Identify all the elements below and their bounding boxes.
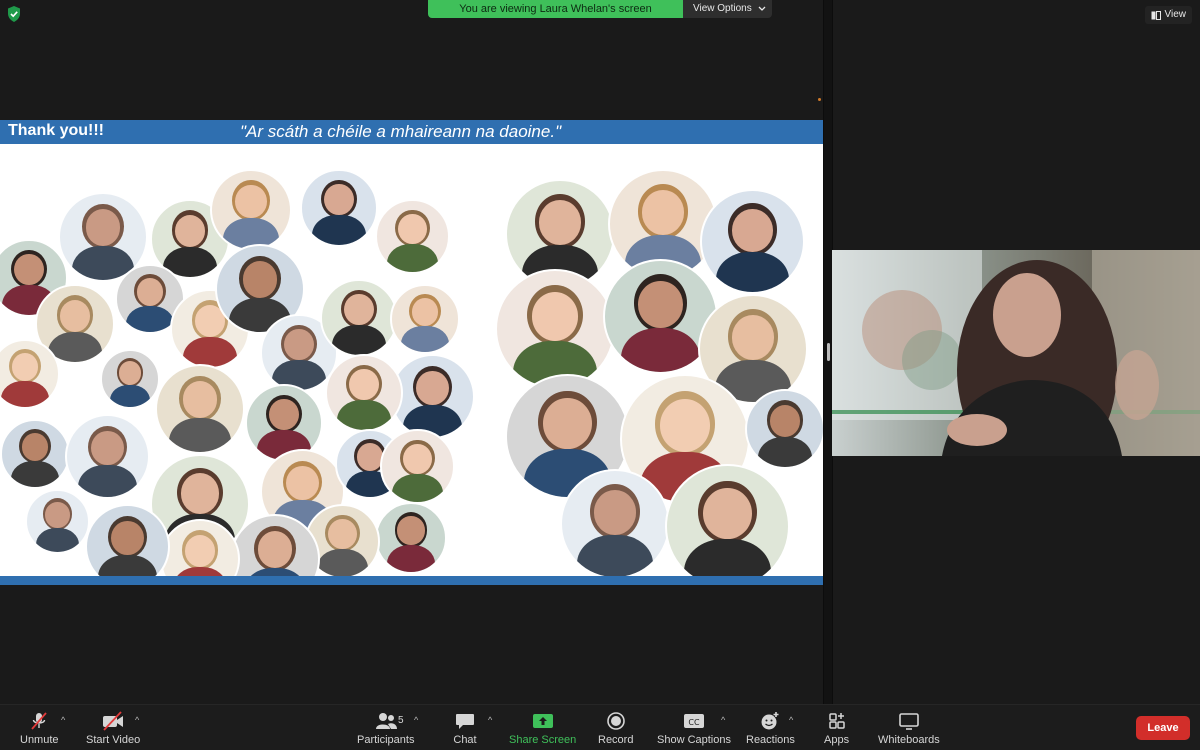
- collage-photo: [65, 414, 150, 499]
- collage-photo: [745, 389, 825, 469]
- slide-footer-bar: [0, 576, 825, 585]
- splitter-handle[interactable]: [827, 343, 830, 361]
- collage-photo: [700, 189, 805, 294]
- viewing-status: You are viewing Laura Whelan's screen: [428, 0, 683, 18]
- participants-options-caret[interactable]: ^: [414, 715, 418, 725]
- participant-video-tile[interactable]: [832, 250, 1200, 456]
- record-icon: [606, 712, 625, 730]
- shield-check-icon[interactable]: [7, 6, 21, 22]
- meeting-toolbar: Unmute ^ Start Video ^ Participants 5 ^ …: [0, 704, 1200, 750]
- view-options-label: View Options: [693, 3, 752, 14]
- chat-button[interactable]: Chat: [453, 711, 477, 746]
- view-button[interactable]: View: [1144, 6, 1192, 24]
- whiteboard-icon: [899, 713, 919, 730]
- captions-options-caret[interactable]: ^: [721, 715, 725, 725]
- participant-video-feed: [832, 250, 1200, 456]
- activity-dot: [818, 98, 821, 101]
- participants-count: 5: [398, 715, 404, 726]
- slide-title: Thank you!!!: [8, 122, 104, 139]
- view-options-button[interactable]: View Options: [683, 0, 772, 18]
- audio-options-caret[interactable]: ^: [61, 715, 65, 725]
- view-button-label: View: [1164, 9, 1187, 20]
- slide-quote: "Ar scáth a chéile a mhaireann na daoine…: [240, 122, 562, 141]
- leave-button[interactable]: Leave: [1136, 716, 1190, 740]
- collage-photo: [560, 469, 670, 579]
- collage-photo: [495, 269, 615, 389]
- share-screen-button[interactable]: Share Screen: [509, 711, 576, 746]
- share-screen-label: Share Screen: [509, 734, 577, 746]
- chat-options-caret[interactable]: ^: [488, 715, 492, 725]
- meeting-window: You are viewing Laura Whelan's screen Vi…: [0, 0, 1200, 750]
- mic-muted-icon: [31, 712, 47, 730]
- chat-label: Chat: [453, 734, 477, 746]
- participants-button[interactable]: Participants: [357, 711, 414, 746]
- svg-text:CC: CC: [688, 718, 700, 727]
- unmute-label: Unmute: [20, 734, 59, 746]
- collage-photo: [390, 284, 460, 354]
- cc-icon: CC: [684, 714, 704, 728]
- collage-photo: [665, 464, 790, 585]
- reactions-label: Reactions: [746, 734, 795, 746]
- people-icon: [375, 713, 397, 729]
- reactions-options-caret[interactable]: ^: [789, 715, 793, 725]
- collage-photo: [300, 169, 378, 247]
- start-video-button[interactable]: Start Video: [86, 711, 140, 746]
- view-layout-icon: [1151, 10, 1161, 20]
- show-captions-button[interactable]: CC Show Captions: [657, 711, 731, 746]
- collage-photo: [325, 354, 403, 432]
- start-video-label: Start Video: [86, 734, 141, 746]
- slide-header-bar: Thank you!!! "Ar scáth a chéile a mhaire…: [0, 120, 825, 144]
- unmute-button[interactable]: Unmute: [20, 711, 59, 746]
- record-button[interactable]: Record: [598, 711, 633, 746]
- chevron-down-icon: [758, 6, 766, 11]
- show-captions-label: Show Captions: [657, 734, 731, 746]
- collage-photo: [85, 504, 170, 585]
- collage-photo: [0, 419, 70, 489]
- collage-photo: [25, 489, 90, 554]
- shared-screen: Thank you!!! "Ar scáth a chéile a mhaire…: [0, 120, 825, 585]
- video-options-caret[interactable]: ^: [135, 715, 139, 725]
- screen-share-banner: You are viewing Laura Whelan's screen Vi…: [428, 0, 772, 18]
- emoji-plus-icon: [761, 712, 779, 730]
- collage-photo: [320, 279, 398, 357]
- whiteboards-button[interactable]: Whiteboards: [878, 711, 940, 746]
- chat-bubble-icon: [456, 714, 474, 729]
- collage-photo: [155, 364, 245, 454]
- collage-photo: [375, 199, 450, 274]
- collage-photo: [375, 502, 447, 574]
- collage-photo: [210, 169, 292, 251]
- participants-label: Participants: [357, 734, 415, 746]
- record-label: Record: [598, 734, 634, 746]
- reactions-button[interactable]: Reactions: [746, 711, 795, 746]
- collage-photo: [100, 349, 160, 409]
- apps-icon: [828, 713, 845, 729]
- collage-photo: [380, 429, 455, 504]
- whiteboards-label: Whiteboards: [878, 734, 940, 746]
- apps-button[interactable]: Apps: [824, 711, 849, 746]
- video-off-icon: [103, 711, 124, 731]
- apps-label: Apps: [824, 734, 850, 746]
- share-arrow-icon: [532, 714, 553, 728]
